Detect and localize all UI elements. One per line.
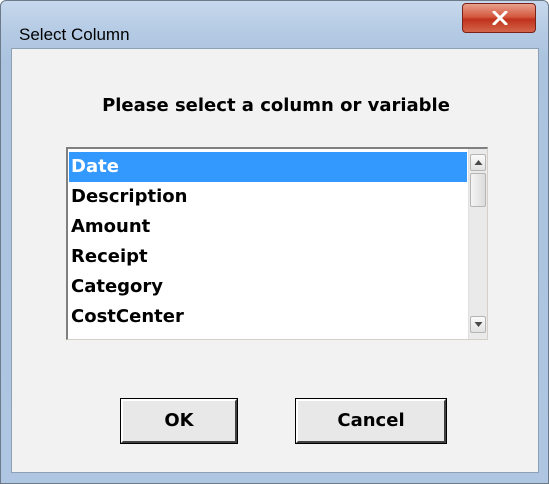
arrow-up-icon bbox=[474, 160, 483, 165]
prompt-label: Please select a column or variable bbox=[102, 95, 450, 116]
scroll-up-button[interactable] bbox=[470, 154, 486, 171]
window-title: Select Column bbox=[19, 25, 130, 44]
list-item[interactable]: Amount bbox=[69, 212, 467, 242]
column-listbox[interactable]: Date Description Amount Receipt Category… bbox=[66, 147, 488, 340]
dialog-body: Please select a column or variable Date … bbox=[11, 48, 539, 473]
cancel-button[interactable]: Cancel bbox=[295, 398, 447, 444]
list-item[interactable]: Category bbox=[69, 272, 467, 302]
arrow-down-icon bbox=[474, 322, 483, 327]
close-icon bbox=[492, 11, 508, 25]
scroll-thumb[interactable] bbox=[470, 173, 486, 207]
dialog-window: Select Column Please select a column or … bbox=[0, 0, 549, 484]
close-button[interactable] bbox=[462, 3, 536, 33]
list-item[interactable]: Date bbox=[69, 152, 467, 182]
list-item[interactable]: Receipt bbox=[69, 242, 467, 272]
scroll-down-button[interactable] bbox=[470, 316, 486, 333]
ok-button[interactable]: OK bbox=[120, 398, 238, 444]
list-item[interactable]: CostCenter bbox=[69, 302, 467, 332]
title-bar[interactable]: Select Column bbox=[1, 1, 548, 44]
list-item[interactable]: Description bbox=[69, 182, 467, 212]
list-items: Date Description Amount Receipt Category… bbox=[69, 152, 467, 332]
vertical-scrollbar[interactable] bbox=[468, 149, 487, 339]
